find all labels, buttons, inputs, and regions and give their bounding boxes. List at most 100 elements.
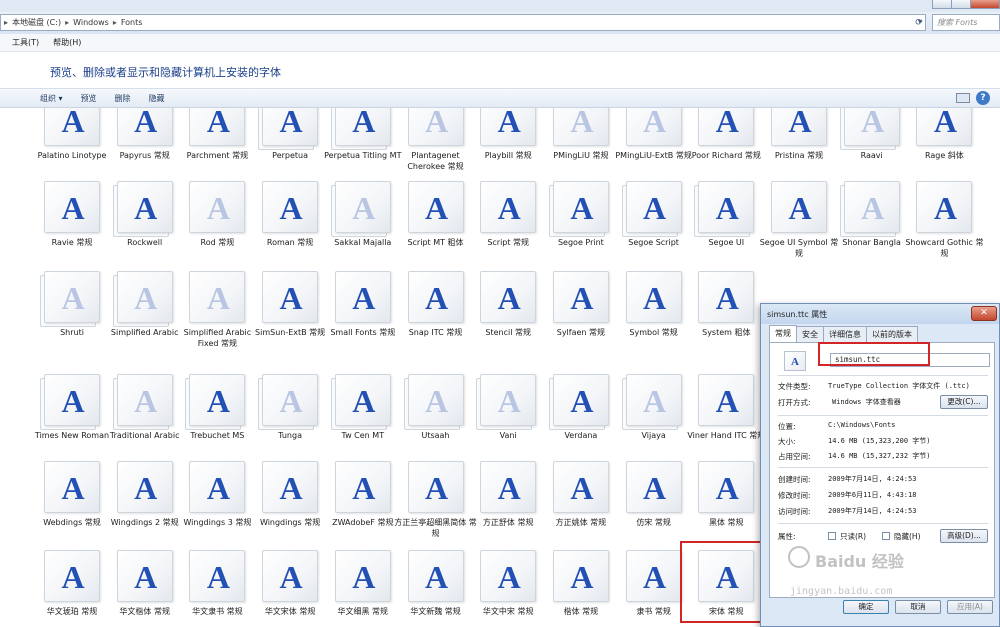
font-tile[interactable]: A Traditional Arabic <box>109 374 181 452</box>
font-tile[interactable]: A Pristina 常规 <box>763 108 835 186</box>
change-view-icon[interactable] <box>956 93 970 103</box>
maximize-button[interactable] <box>951 0 971 9</box>
font-tile[interactable]: A Webdings 常规 <box>36 461 108 539</box>
font-tile[interactable]: A 华文细黑 常规 <box>327 550 399 627</box>
font-tile[interactable]: A Playbill 常规 <box>472 108 544 186</box>
font-tile[interactable]: A Rod 常规 <box>181 181 253 259</box>
font-glyph-icon: A <box>715 108 739 139</box>
ok-button[interactable]: 确定 <box>843 600 889 614</box>
font-tile[interactable]: A Poor Richard 常规 <box>690 108 762 186</box>
font-tile[interactable]: A Sylfaen 常规 <box>545 271 617 349</box>
font-tile[interactable]: A 宋体 常规 <box>690 550 762 627</box>
dialog-titlebar: simsun.ttc 属性 ✕ <box>761 304 999 324</box>
font-tile[interactable]: A Simplified Arabic <box>109 271 181 349</box>
font-tile[interactable]: A Segoe Script <box>618 181 690 259</box>
font-thumbnail: A <box>189 461 246 513</box>
font-tile[interactable]: A Papyrus 常规 <box>109 108 181 186</box>
font-tile[interactable]: A 仿宋 常规 <box>618 461 690 539</box>
font-tile[interactable]: A ZWAdobeF 常规 <box>327 461 399 539</box>
close-window-button[interactable] <box>970 0 1000 9</box>
font-tile[interactable]: A Times New Roman <box>35 374 109 452</box>
hide-button[interactable]: 隐藏 <box>149 93 165 104</box>
advanced-button[interactable]: 高级(D)... <box>940 529 988 543</box>
font-tile[interactable]: A Segoe Print <box>545 181 617 259</box>
font-name: SimSun-ExtB 常规 <box>255 328 326 337</box>
minimize-button[interactable] <box>932 0 952 9</box>
tab-general[interactable]: 常规 <box>769 325 797 343</box>
font-tile[interactable]: A Tw Cen MT <box>327 374 399 452</box>
font-tile[interactable]: A Palatino Linotype <box>36 108 108 186</box>
font-tile[interactable]: A 华文琥珀 常规 <box>36 550 108 627</box>
font-tile[interactable]: A 方正姚体 常规 <box>545 461 617 539</box>
font-tile[interactable]: A Script MT 粗体 <box>400 181 472 259</box>
font-tile[interactable]: A 隶书 常规 <box>618 550 690 627</box>
font-tile[interactable]: A Segoe UI <box>690 181 762 259</box>
menu-help[interactable]: 帮助(H) <box>53 37 81 48</box>
readonly-checkbox[interactable] <box>828 532 836 540</box>
font-tile[interactable]: A Viner Hand ITC 常规 <box>687 374 765 452</box>
font-tile[interactable]: A Small Fonts 常规 <box>327 271 399 349</box>
font-tile[interactable]: A SimSun-ExtB 常规 <box>254 271 326 349</box>
font-tile[interactable]: A Rockwell <box>109 181 181 259</box>
font-tile[interactable]: A Snap ITC 常规 <box>400 271 472 349</box>
font-tile[interactable]: A Segoe UI Symbol 常规 <box>760 181 838 259</box>
font-tile[interactable]: A Script 常规 <box>472 181 544 259</box>
address-bar[interactable]: ▸ 本地磁盘 (C:) ▸ Windows ▸ Fonts ▾ <box>0 14 926 31</box>
font-tile[interactable]: A Wingdings 3 常规 <box>181 461 253 539</box>
font-tile[interactable]: A 华文中宋 常规 <box>472 550 544 627</box>
font-tile[interactable]: A 华文宋体 常规 <box>254 550 326 627</box>
dialog-close-button[interactable]: ✕ <box>971 306 997 321</box>
font-tile[interactable]: A System 粗体 <box>690 271 762 349</box>
breadcrumb-fonts[interactable]: Fonts <box>121 18 143 27</box>
font-tile[interactable]: A Trebuchet MS <box>181 374 253 452</box>
font-tile[interactable]: A Ravie 常规 <box>36 181 108 259</box>
font-tile[interactable]: A Raavi <box>836 108 908 186</box>
font-tile[interactable]: A Stencil 常规 <box>472 271 544 349</box>
font-name: Plantagenet Cherokee 常规 <box>407 151 464 171</box>
font-tile[interactable]: A PMingLiU 常规 <box>545 108 617 186</box>
font-tile[interactable]: A Utsaah <box>400 374 472 452</box>
change-button[interactable]: 更改(C)... <box>940 395 988 409</box>
font-tile[interactable]: A Wingdings 2 常规 <box>109 461 181 539</box>
font-tile[interactable]: A 华文新魏 常规 <box>400 550 472 627</box>
font-tile[interactable]: A 华文楷体 常规 <box>109 550 181 627</box>
font-tile[interactable]: A Perpetua Titling MT <box>324 108 401 186</box>
delete-button[interactable]: 删除 <box>115 93 131 104</box>
font-tile[interactable]: A Sakkal Majalla <box>327 181 399 259</box>
search-input[interactable]: 搜索 Fonts <box>932 14 1000 31</box>
organize-button[interactable]: 组织 ▾ <box>40 93 63 104</box>
apply-button[interactable]: 应用(A) <box>947 600 993 614</box>
font-tile[interactable]: A 方正舒体 常规 <box>472 461 544 539</box>
font-tile[interactable]: A Simplified Arabic Fixed 常规 <box>181 271 253 349</box>
font-tile[interactable]: A 方正兰亭超细黑简体 常规 <box>394 461 477 539</box>
font-tile[interactable]: A Tunga <box>254 374 326 452</box>
font-tile[interactable]: A Symbol 常规 <box>618 271 690 349</box>
font-tile[interactable]: A 楷体 常规 <box>545 550 617 627</box>
refresh-icon[interactable]: ⟳ <box>912 14 926 31</box>
cancel-button[interactable]: 取消 <box>895 600 941 614</box>
font-thumbnail: A <box>44 181 100 233</box>
font-tile[interactable]: A Shruti <box>36 271 108 349</box>
font-tile[interactable]: A PMingLiU-ExtB 常规 <box>615 108 692 186</box>
hidden-checkbox[interactable] <box>882 532 890 540</box>
help-icon[interactable]: ? <box>976 91 990 105</box>
font-tile[interactable]: A Verdana <box>545 374 617 452</box>
breadcrumb-drive[interactable]: 本地磁盘 (C:) <box>12 17 61 28</box>
menu-tools[interactable]: 工具(T) <box>12 37 39 48</box>
font-tile[interactable]: A Wingdings 常规 <box>254 461 326 539</box>
font-tile[interactable]: A 黑体 常规 <box>690 461 762 539</box>
font-tile[interactable]: A Perpetua <box>254 108 326 186</box>
font-tile[interactable]: A Rage 斜体 <box>908 108 980 186</box>
filename-field[interactable]: simsun.ttc <box>830 353 990 367</box>
font-tile[interactable]: A Shonar Bangla <box>836 181 908 259</box>
font-tile[interactable]: A Vijaya <box>618 374 690 452</box>
font-tile[interactable]: A 华文隶书 常规 <box>181 550 253 627</box>
breadcrumb-windows[interactable]: Windows <box>73 18 109 27</box>
font-tile[interactable]: A Plantagenet Cherokee 常规 <box>400 108 472 186</box>
font-thumbnail: A <box>480 181 537 233</box>
font-tile[interactable]: A Roman 常规 <box>254 181 326 259</box>
preview-button[interactable]: 预览 <box>81 93 97 104</box>
font-tile[interactable]: A Showcard Gothic 常规 <box>905 181 983 259</box>
font-tile[interactable]: A Vani <box>472 374 544 452</box>
font-tile[interactable]: A Parchment 常规 <box>181 108 253 186</box>
